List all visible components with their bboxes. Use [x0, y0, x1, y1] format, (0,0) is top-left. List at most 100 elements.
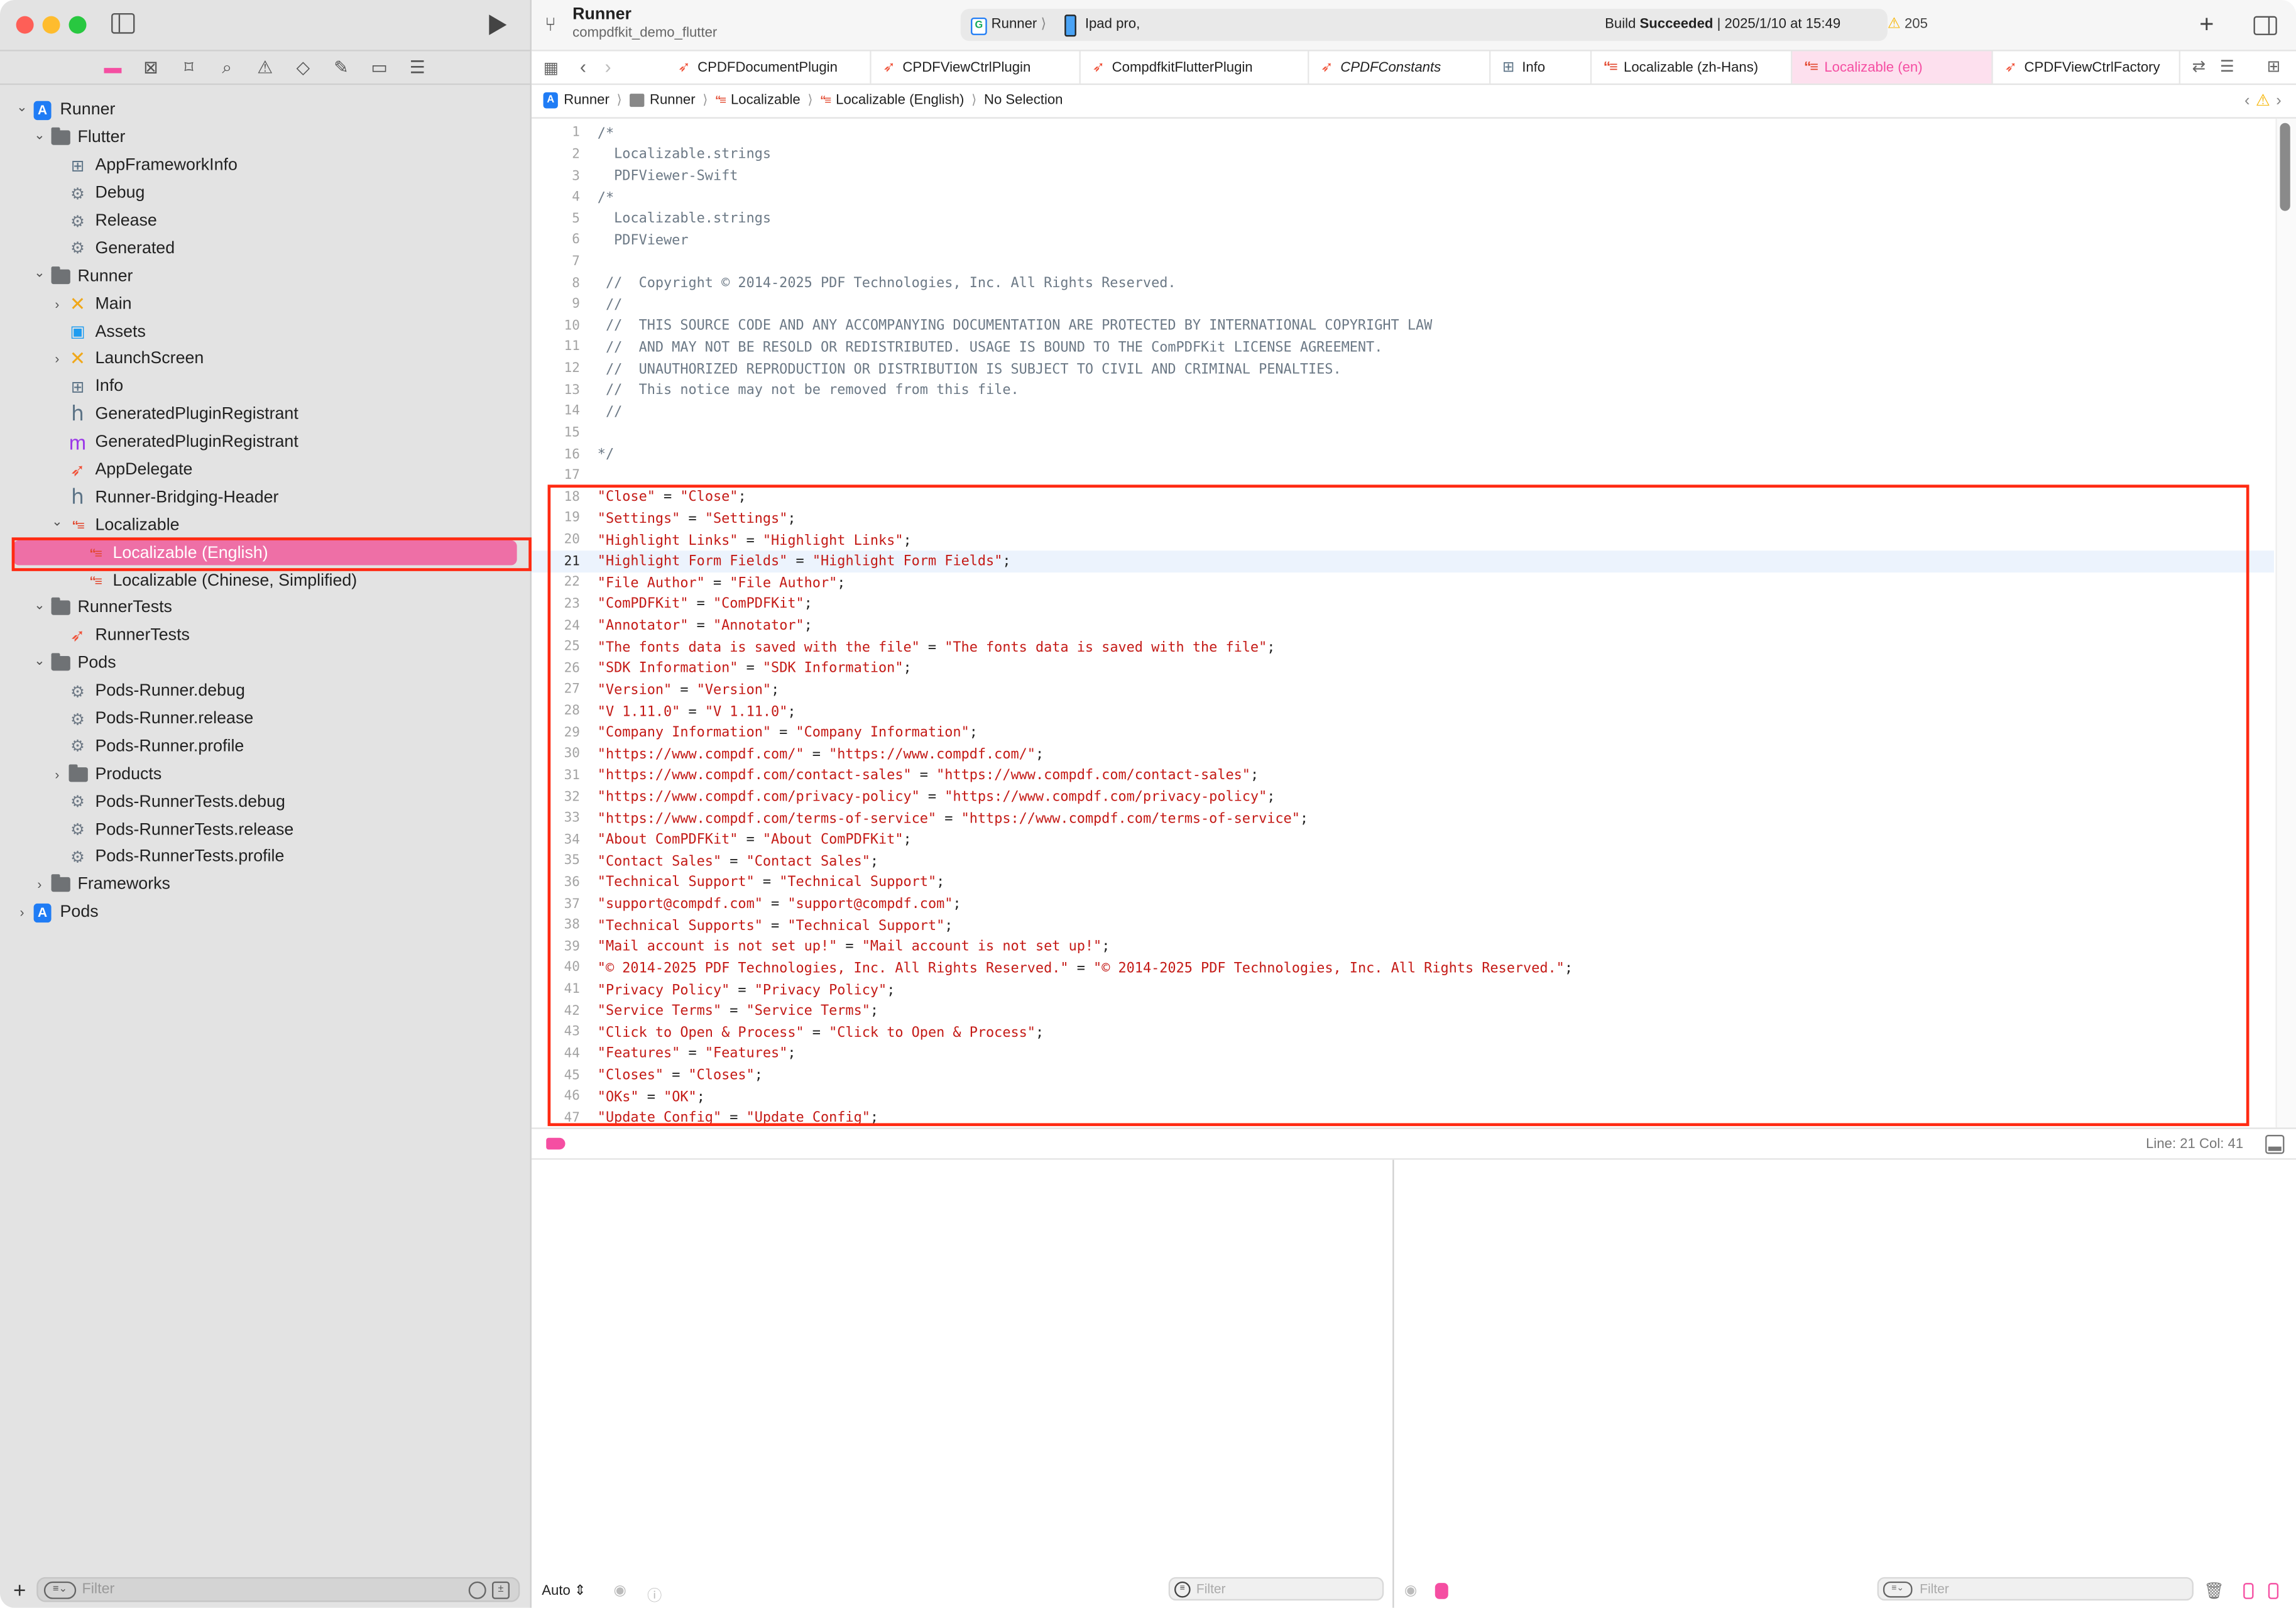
scheme-selector[interactable]: Runner ⟩ [992, 16, 1046, 33]
test-diamond-icon[interactable]: ◇ [293, 57, 314, 78]
tree-item[interactable]: › ✕ Main [0, 290, 530, 318]
add-file-button[interactable]: + [13, 1578, 26, 1604]
code-line[interactable]: 44 "Features" = "Features"; [532, 1044, 2274, 1065]
code-line[interactable]: 23 "ComPDFKit" = "ComPDFKit"; [532, 594, 2274, 615]
code-line[interactable]: 36 "Technical Support" = "Technical Suppo… [532, 872, 2274, 894]
chevron-right-icon[interactable]: › [50, 352, 64, 366]
issue-warning-icon[interactable]: ⚠ [254, 57, 275, 78]
tree-item[interactable]: ➶ AppDelegate [0, 456, 530, 484]
tree-item[interactable]: ➶ RunnerTests [0, 622, 530, 650]
recent-files-icon[interactable] [468, 1581, 486, 1599]
navigator-filter-field[interactable]: ≡⌄ Filter ± [36, 1577, 520, 1602]
chevron-down-icon[interactable]: ⌄ [32, 598, 46, 614]
console-output-toggle-icon[interactable] [1435, 1583, 1448, 1599]
code-line[interactable]: 28 "V 1.11.0" = "V 1.11.0"; [532, 701, 2274, 723]
device-selector[interactable]: Ipad pro, [1085, 16, 1140, 33]
library-plus-button[interactable]: + [2199, 10, 2214, 40]
console-eye-icon[interactable]: ◉ [1404, 1583, 1417, 1599]
tab-cpdfviewctrlfactory[interactable]: ➶ CPDFViewCtrlFactory [1993, 51, 2180, 84]
code-line[interactable]: 38 "Technical Supports" = "Technical Supp… [532, 915, 2274, 936]
code-line[interactable]: 2 Localizable.strings [532, 145, 2274, 166]
code-line[interactable]: 5 Localizable.strings [532, 209, 2274, 230]
search-icon[interactable]: ⌕ [217, 57, 238, 78]
tree-item[interactable]: ⚙ Pods-Runner.release [0, 705, 530, 733]
tab-localizable-en[interactable]: “≡ Localizable (en) [1792, 51, 1993, 84]
tree-item[interactable]: “≡ Localizable (Chinese, Simplified) [0, 567, 530, 594]
code-line[interactable]: 31 "https://www.compdf.com/contact-sales"… [532, 765, 2274, 787]
code-line[interactable]: 22 "File Author" = "File Author"; [532, 572, 2274, 594]
code-line[interactable]: 35 "Contact Sales" = "Contact Sales"; [532, 851, 2274, 872]
code-line[interactable]: 16 */ [532, 444, 2274, 466]
next-issue-button[interactable]: › [2276, 92, 2282, 109]
tree-item[interactable]: › Frameworks [0, 871, 530, 899]
tree-item[interactable]: h GeneratedPluginRegistrant [0, 401, 530, 429]
code-line[interactable]: 42 "Service Terms" = "Service Terms"; [532, 1001, 2274, 1022]
code-line[interactable]: 29 "Company Information" = "Company Infor… [532, 723, 2274, 744]
breadcrumb-item[interactable]: No Selection [984, 92, 1063, 109]
branch-icon[interactable]: ⑂ [545, 13, 556, 35]
code-line[interactable]: 19 "Settings" = "Settings"; [532, 508, 2274, 530]
tree-item[interactable]: ⌄ Pods [0, 650, 530, 677]
code-line[interactable]: 37 "support@compdf.com" = "support@compdf… [532, 894, 2274, 915]
tree-item[interactable]: ⌄ RunnerTests [0, 594, 530, 622]
code-line[interactable]: 45 "Closes" = "Closes"; [532, 1065, 2274, 1086]
tree-item[interactable]: ⚙ Pods-RunnerTests.profile [0, 843, 530, 871]
code-line[interactable]: 26 "SDK Information" = "SDK Information"; [532, 659, 2274, 680]
add-editor-icon[interactable]: ⊞ [2266, 57, 2280, 76]
tree-item[interactable]: › A Pods [0, 899, 530, 926]
breadcrumb-item[interactable]: Runner [629, 92, 696, 108]
tab-info[interactable]: ⊞ Info [1490, 51, 1592, 84]
related-items-grid-icon[interactable]: ▦ [544, 58, 559, 78]
chevron-down-icon[interactable]: ⌄ [50, 515, 64, 531]
editor-scroll-track[interactable] [2275, 118, 2296, 1128]
chevron-right-icon[interactable]: › [50, 767, 64, 782]
code-line[interactable]: 13 // This notice may not be removed fro… [532, 380, 2274, 402]
tree-item[interactable]: › Products [0, 760, 530, 788]
tree-item[interactable]: ⚙ Generated [0, 235, 530, 263]
chevron-right-icon[interactable]: › [14, 905, 29, 920]
tree-item[interactable]: ⌄ “≡ Localizable [0, 511, 530, 539]
code-line[interactable]: 14 // [532, 402, 2274, 423]
code-line[interactable]: 39 "Mail account is not set up!" = "Mail … [532, 936, 2274, 958]
breadcrumb-item[interactable]: “≡ Localizable (English) [820, 92, 964, 109]
chevron-right-icon[interactable]: › [50, 297, 64, 311]
code-line[interactable]: 27 "Version" = "Version"; [532, 680, 2274, 701]
tree-item[interactable]: ⊞ AppFrameworkInfo [0, 152, 530, 180]
close-window-button[interactable] [16, 16, 34, 34]
inspector-toggle-icon[interactable] [2253, 16, 2277, 35]
console-filter-field[interactable]: ≡⌄ Filter [1877, 1577, 2194, 1601]
variables-filter-field[interactable]: ≡ Filter [1168, 1577, 1384, 1601]
print-description-info-icon[interactable]: ⓘ [647, 1583, 662, 1605]
bookmark-icon[interactable]: ⌑ [178, 57, 199, 78]
tree-item[interactable]: ⌄ Runner [0, 263, 530, 290]
source-control-filter-icon[interactable]: ± [492, 1581, 510, 1599]
code-line[interactable]: 1 /* [532, 123, 2274, 145]
tree-item[interactable]: ⌄ Flutter [0, 124, 530, 152]
code-line[interactable]: 32 "https://www.compdf.com/privacy-policy… [532, 787, 2274, 808]
navigate-back-button[interactable]: ‹ [580, 56, 586, 78]
code-line[interactable]: 47 "Update Config" = "Update Config"; [532, 1108, 2274, 1125]
variables-scope-selector[interactable]: Auto ⇕ [542, 1583, 586, 1599]
zoom-window-button[interactable] [68, 16, 87, 34]
chevron-right-icon[interactable]: › [32, 878, 46, 892]
clear-console-trash-icon[interactable]: 🗑 [2204, 1582, 2224, 1600]
editor-scrollbar[interactable] [2280, 123, 2290, 211]
tree-item[interactable]: “≡ Localizable (English) [0, 539, 530, 567]
code-line[interactable]: 30 "https://www.compdf.com/" = "https://w… [532, 744, 2274, 765]
chevron-down-icon[interactable]: ⌄ [32, 266, 46, 282]
source-editor[interactable]: 1/* 2 Localizable.strings 3 PDFViewer-Swif… [531, 123, 2275, 1125]
project-branch[interactable]: compdfkit_demo_flutter [572, 25, 717, 41]
run-button[interactable] [489, 14, 507, 35]
editor-options-icon[interactable]: ☰ [2220, 57, 2234, 76]
tree-item[interactable]: ⚙ Pods-Runner.debug [0, 677, 530, 705]
breadcrumb-item[interactable]: A Runner [543, 92, 610, 109]
sidebar-toggle-icon[interactable] [111, 13, 135, 34]
report-icon[interactable]: ☰ [407, 57, 428, 78]
code-line[interactable]: 46 "OKs" = "OK"; [532, 1086, 2274, 1108]
code-line[interactable]: 8 // Copyright © 2014-2025 PDF Technolog… [532, 273, 2274, 294]
breadcrumb-item[interactable]: “≡ Localizable [715, 92, 801, 109]
code-line[interactable]: 18 "Close" = "Close"; [532, 487, 2274, 508]
tree-item[interactable]: ⚙ Pods-Runner.profile [0, 733, 530, 760]
tree-item[interactable]: › ✕ LaunchScreen [0, 346, 530, 373]
code-line[interactable]: 4 /* [532, 187, 2274, 209]
